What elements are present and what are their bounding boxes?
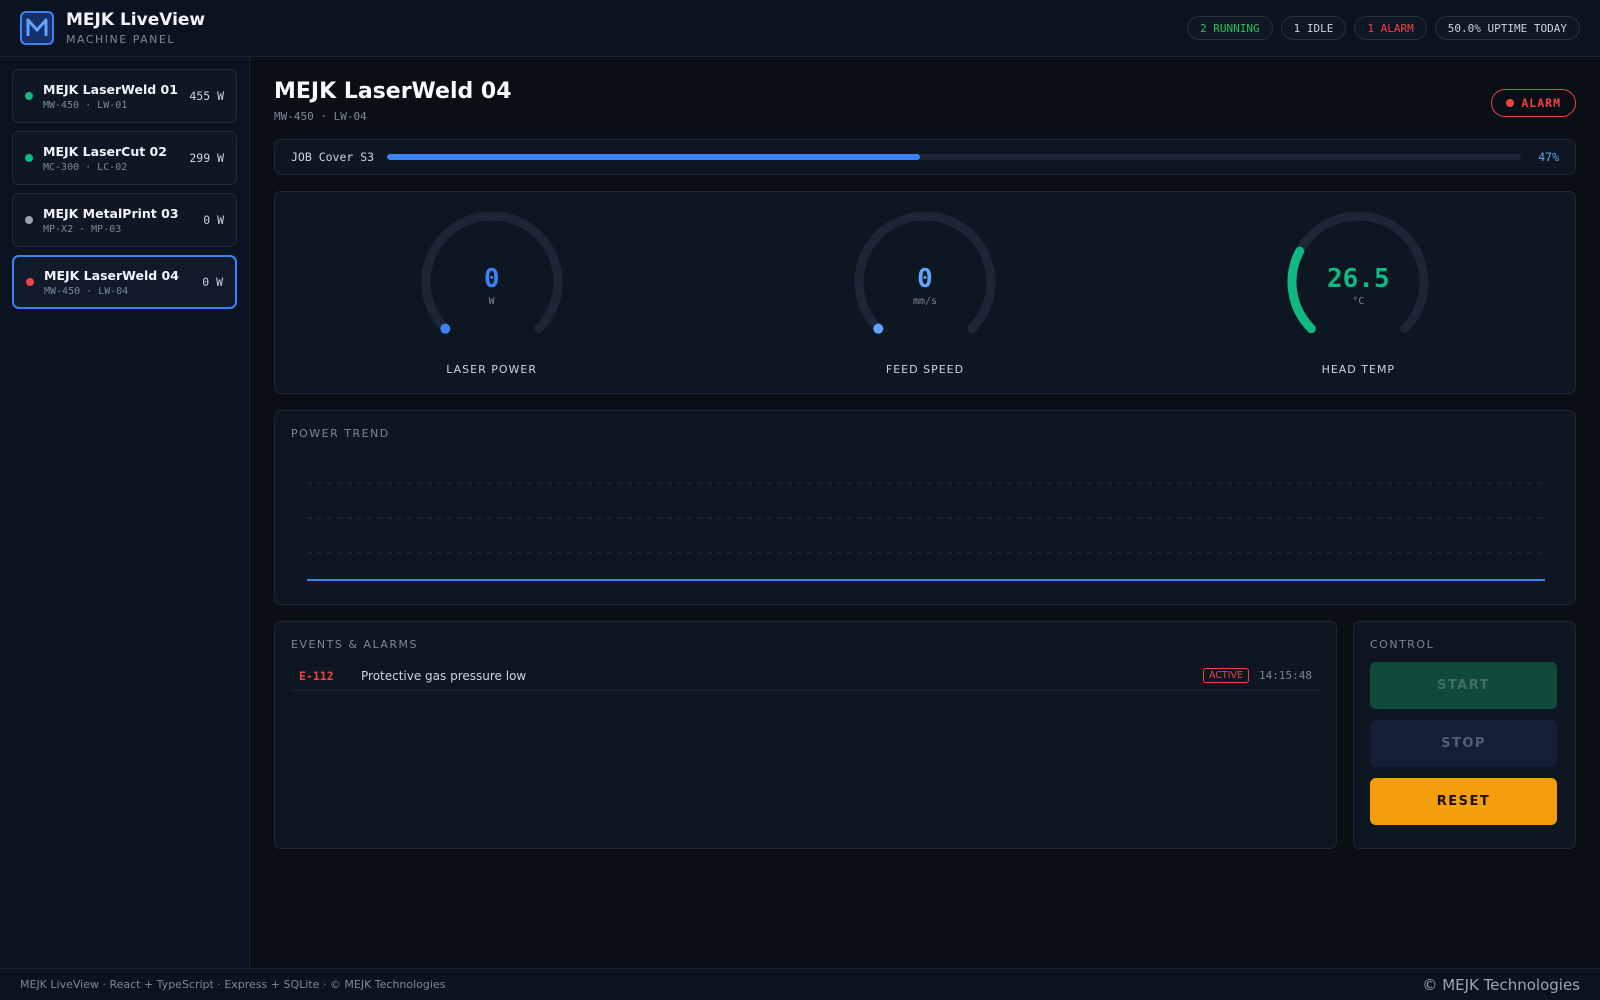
event-time: 14:15:48 bbox=[1259, 669, 1312, 682]
start-button[interactable]: START bbox=[1370, 662, 1557, 709]
idle-count-pill: 1 IDLE bbox=[1280, 16, 1347, 40]
footer-tech-stack: MEJK LiveView · React + TypeScript · Exp… bbox=[20, 978, 446, 991]
gauge-value: 0 bbox=[917, 264, 933, 294]
job-progress-fill bbox=[387, 154, 920, 160]
status-dot bbox=[26, 278, 34, 286]
gauge-unit: °C bbox=[1352, 296, 1365, 307]
app-subtitle: MACHINE PANEL bbox=[66, 33, 175, 46]
machine-model: MW-450 · LW-01 bbox=[43, 99, 128, 111]
events-panel: EVENTS & ALARMS E-112 Protective gas pre… bbox=[274, 621, 1337, 849]
machine-name: MEJK LaserWeld 01 bbox=[43, 81, 178, 97]
machine-model: MW-450 · LW-04 bbox=[44, 285, 129, 297]
alarm-dot-icon bbox=[1506, 99, 1515, 107]
job-progress-bar bbox=[387, 154, 1521, 160]
event-row[interactable]: E-112 Protective gas pressure low ACTIVE… bbox=[291, 661, 1320, 691]
machine-model: MC-300 · LC-02 bbox=[43, 161, 128, 173]
machine-sidebar: MEJK LaserWeld 01 MW-450 · LW-01 455 W M… bbox=[0, 57, 250, 968]
job-progress-panel: JOB Cover S3 47% bbox=[274, 139, 1576, 175]
machine-power: 0 W bbox=[203, 213, 224, 227]
power-trend-chart bbox=[307, 482, 1545, 581]
machine-power: 0 W bbox=[202, 275, 223, 289]
control-title: CONTROL bbox=[1370, 638, 1435, 651]
machine-item-metalprint-03[interactable]: MEJK MetalPrint 03 MP-X2 · MP-03 0 W bbox=[12, 193, 237, 247]
power-trend-panel: POWER TREND bbox=[274, 410, 1576, 605]
gauges-panel: 0 W LASER POWER 0 mm/s FEED SPEED 26.5 °… bbox=[274, 191, 1576, 394]
gauge-label: HEAD TEMP bbox=[1321, 363, 1396, 376]
machine-name: MEJK LaserWeld 04 bbox=[44, 267, 179, 283]
events-title: EVENTS & ALARMS bbox=[291, 638, 418, 651]
control-panel: CONTROL START STOP RESET bbox=[1353, 621, 1576, 849]
page-title: MEJK LaserWeld 04 bbox=[274, 79, 512, 104]
status-dot bbox=[25, 216, 33, 224]
gauge-laser-power: 0 W LASER POWER bbox=[275, 192, 708, 393]
machine-detail: MEJK LaserWeld 04 MW-450 · LW-04 ALARM J… bbox=[274, 57, 1576, 849]
machine-power: 299 W bbox=[189, 151, 224, 165]
alarm-count-pill: 1 ALARM bbox=[1354, 16, 1427, 40]
app-header: MEJK LiveView MACHINE PANEL 2 RUNNING 1 … bbox=[0, 0, 1600, 57]
event-message: Protective gas pressure low bbox=[361, 668, 527, 683]
machine-name: MEJK MetalPrint 03 bbox=[43, 205, 179, 221]
status-badge: ALARM bbox=[1491, 89, 1576, 117]
page-subtitle: MW-450 · LW-04 bbox=[274, 110, 367, 123]
status-badge-label: ALARM bbox=[1521, 96, 1561, 110]
logo-m-icon bbox=[26, 18, 48, 36]
job-label: JOB Cover S3 bbox=[291, 150, 375, 164]
status-dot bbox=[25, 92, 33, 100]
status-dot bbox=[25, 154, 33, 162]
gauge-label: FEED SPEED bbox=[885, 363, 965, 376]
gauge-label: LASER POWER bbox=[446, 363, 538, 376]
reset-button[interactable]: RESET bbox=[1370, 778, 1557, 825]
machine-power: 455 W bbox=[189, 89, 224, 103]
gauge-value: 26.5 bbox=[1327, 264, 1390, 294]
machine-model: MP-X2 · MP-03 bbox=[43, 223, 122, 235]
trend-title: POWER TREND bbox=[291, 427, 390, 440]
machine-item-lasercut-02[interactable]: MEJK LaserCut 02 MC-300 · LC-02 299 W bbox=[12, 131, 237, 185]
gauge-unit: mm/s bbox=[912, 296, 938, 307]
app-footer: MEJK LiveView · React + TypeScript · Exp… bbox=[0, 968, 1600, 1000]
job-progress-percent: 47% bbox=[1538, 150, 1559, 164]
uptime-pill: 50.0% UPTIME TODAY bbox=[1434, 16, 1580, 40]
machine-item-laserweld-04[interactable]: MEJK LaserWeld 04 MW-450 · LW-04 0 W bbox=[12, 255, 237, 309]
footer-copyright: © MEJK Technologies bbox=[1422, 975, 1580, 994]
event-code: E-112 bbox=[299, 668, 334, 683]
event-status-badge: ACTIVE bbox=[1202, 668, 1250, 683]
app-logo bbox=[20, 11, 54, 45]
machine-name: MEJK LaserCut 02 bbox=[43, 143, 167, 159]
gauge-feed-speed: 0 mm/s FEED SPEED bbox=[708, 192, 1141, 393]
app-title: MEJK LiveView bbox=[66, 10, 206, 30]
stop-button[interactable]: STOP bbox=[1370, 720, 1557, 767]
gauge-unit: W bbox=[488, 296, 495, 307]
machine-item-laserweld-01[interactable]: MEJK LaserWeld 01 MW-450 · LW-01 455 W bbox=[12, 69, 237, 123]
gauge-head-temp: 26.5 °C HEAD TEMP bbox=[1142, 192, 1575, 393]
gauge-value: 0 bbox=[483, 264, 500, 294]
running-count-pill: 2 RUNNING bbox=[1187, 16, 1273, 40]
